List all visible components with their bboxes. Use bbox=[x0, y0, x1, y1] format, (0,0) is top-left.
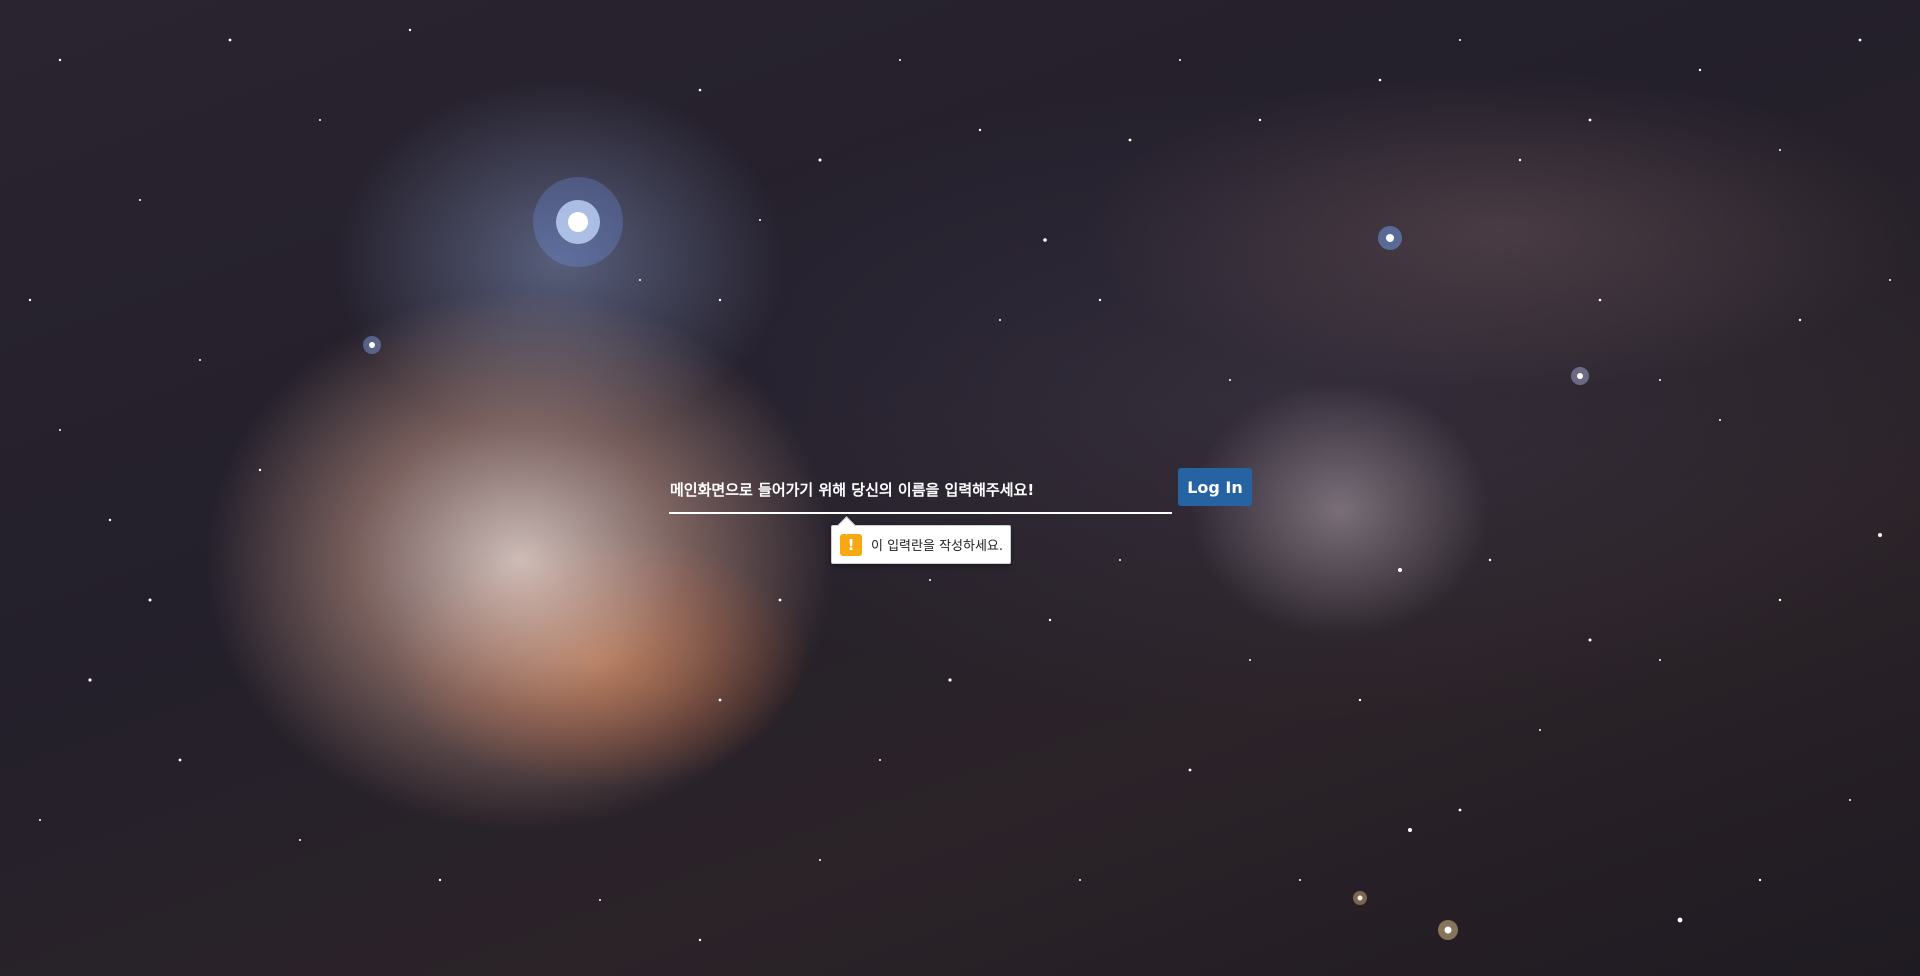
login-form: Log In bbox=[669, 468, 1254, 528]
login-button[interactable]: Log In bbox=[1178, 468, 1252, 506]
warning-icon: ! bbox=[840, 533, 862, 556]
validation-message: 이 입력란을 작성하세요. bbox=[871, 539, 1003, 554]
validation-tooltip: ! 이 입력란을 작성하세요. bbox=[831, 516, 1011, 564]
name-input[interactable] bbox=[669, 468, 1172, 514]
